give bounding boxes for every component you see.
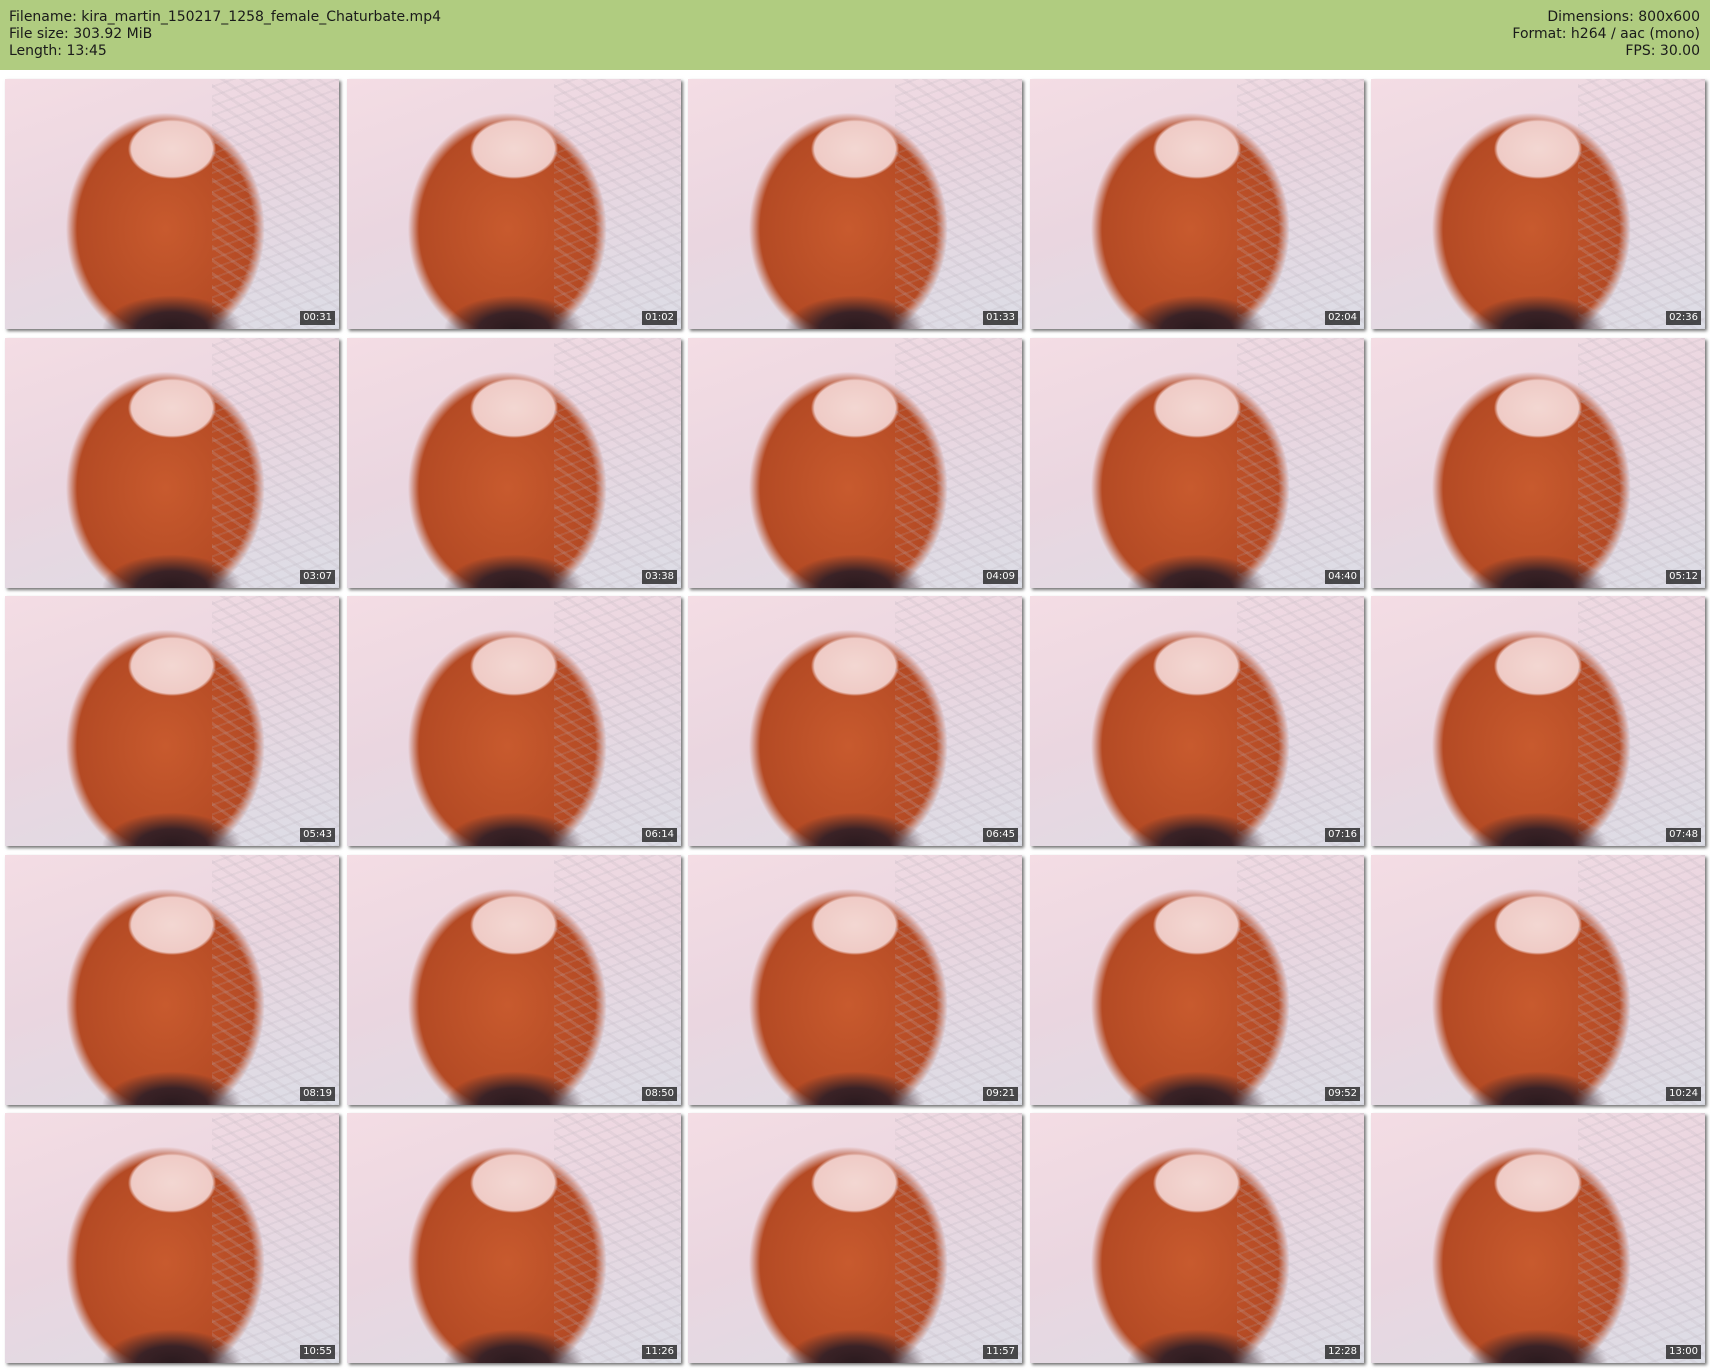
thumbnail-timestamp: 01:02 [642,311,677,325]
thumbnail-timestamp: 06:14 [642,828,677,842]
thumbnail-timestamp: 09:52 [1325,1087,1360,1101]
video-thumbnail: 10:55 [5,1113,339,1363]
video-thumbnail: 09:52 [1030,855,1364,1105]
video-thumbnail: 05:12 [1371,338,1705,588]
video-thumbnail: 04:09 [688,338,1022,588]
video-thumbnail: 02:04 [1030,79,1364,329]
video-thumbnail: 05:43 [5,596,339,846]
video-thumbnail: 00:31 [5,79,339,329]
fps-label: FPS: 30.00 [1625,43,1700,59]
file-info-right: Dimensions: 800x600 Format: h264 / aac (… [1512,9,1700,60]
thumbnail-grid: 00:31 01:02 01:33 02:04 02:36 03:07 03:38 04:09… [5,79,1709,1369]
video-thumbnail: 08:19 [5,855,339,1105]
video-thumbnail: 03:07 [5,338,339,588]
video-thumbnail: 08:50 [347,855,681,1105]
video-thumbnail: 06:14 [347,596,681,846]
thumbnail-timestamp: 10:24 [1666,1087,1701,1101]
thumbnail-timestamp: 13:00 [1666,1345,1701,1359]
thumbnail-timestamp: 00:31 [300,311,335,325]
thumbnail-timestamp: 05:43 [300,828,335,842]
thumbnail-timestamp: 11:57 [983,1345,1018,1359]
thumbnail-timestamp: 05:12 [1666,570,1701,584]
video-thumbnail: 11:26 [347,1113,681,1363]
video-thumbnail: 11:57 [688,1113,1022,1363]
video-thumbnail: 01:33 [688,79,1022,329]
video-thumbnail: 06:45 [688,596,1022,846]
thumbnail-timestamp: 02:36 [1666,311,1701,325]
format-label: Format: h264 / aac (mono) [1512,26,1700,42]
thumbnail-timestamp: 03:38 [642,570,677,584]
video-thumbnail: 03:38 [347,338,681,588]
video-thumbnail: 07:16 [1030,596,1364,846]
video-thumbnail: 09:21 [688,855,1022,1105]
length-label: Length: 13:45 [9,43,107,59]
filename-label: Filename: kira_martin_150217_1258_female… [9,9,441,25]
filesize-label: File size: 303.92 MiB [9,26,153,42]
thumbnail-timestamp: 10:55 [300,1345,335,1359]
thumbnail-timestamp: 08:19 [300,1087,335,1101]
video-thumbnail: 13:00 [1371,1113,1705,1363]
thumbnail-timestamp: 07:16 [1325,828,1360,842]
thumbnail-timestamp: 08:50 [642,1087,677,1101]
file-info-left: Filename: kira_martin_150217_1258_female… [9,9,441,60]
thumbnail-timestamp: 02:04 [1325,311,1360,325]
thumbnail-timestamp: 04:40 [1325,570,1360,584]
thumbnail-timestamp: 12:28 [1325,1345,1360,1359]
thumbnail-timestamp: 07:48 [1666,828,1701,842]
video-thumbnail: 12:28 [1030,1113,1364,1363]
thumbnail-timestamp: 06:45 [983,828,1018,842]
dimensions-label: Dimensions: 800x600 [1547,9,1700,25]
video-thumbnail: 02:36 [1371,79,1705,329]
video-thumbnail: 10:24 [1371,855,1705,1105]
video-thumbnail: 07:48 [1371,596,1705,846]
thumbnail-timestamp: 11:26 [642,1345,677,1359]
thumbnail-timestamp: 04:09 [983,570,1018,584]
thumbnail-timestamp: 03:07 [300,570,335,584]
info-header: Filename: kira_martin_150217_1258_female… [0,0,1710,70]
video-thumbnail: 01:02 [347,79,681,329]
thumbnail-timestamp: 01:33 [983,311,1018,325]
video-thumbnail: 04:40 [1030,338,1364,588]
thumbnail-timestamp: 09:21 [983,1087,1018,1101]
